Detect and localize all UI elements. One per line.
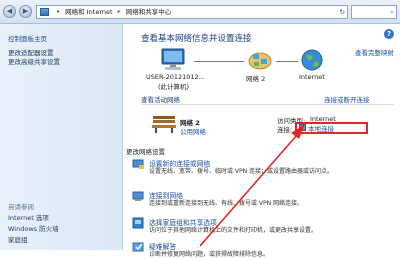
- active-networks-heading: 查看活动网络: [141, 96, 180, 104]
- breadcrumb-separator-icon: ▸: [117, 8, 121, 15]
- troubleshoot-icon: [132, 242, 144, 252]
- address-input[interactable]: ▸ 网络和 Internet ▸ 网络和共享中心 ↻: [36, 5, 348, 19]
- main-content: ? 查看基本网络信息并设置连接 查看完整映射 USER-20121012... …: [124, 24, 400, 258]
- help-icon[interactable]: ?: [384, 29, 394, 39]
- search-icon: ⌕: [390, 8, 394, 16]
- section-divider: [141, 104, 394, 105]
- topology-link-line: [276, 61, 298, 62]
- internet-globe-icon: [301, 49, 323, 71]
- connections-label: 连接:: [277, 126, 293, 134]
- change-advanced-sharing-link[interactable]: 更改高级共享设置: [8, 56, 60, 66]
- connect-network-icon: [132, 191, 144, 201]
- network-type-link[interactable]: 公用网络: [180, 126, 206, 136]
- homegroup-sharing-desc: 访问位于其他网络计算机上的文件和打印机，或更改共享设置。: [149, 227, 318, 234]
- back-arrow-icon[interactable]: ◀: [3, 5, 16, 18]
- see-also-heading: 另请参阅: [8, 203, 34, 211]
- internet-options-link[interactable]: Internet 选项: [8, 212, 49, 222]
- internet-label: Internet: [299, 73, 325, 81]
- homegroup-icon: [132, 217, 144, 229]
- breadcrumb-sharing-center[interactable]: 网络和共享中心: [126, 6, 172, 18]
- troubleshoot-desc: 诊断并修复网络问题，或获得故障排除信息。: [149, 251, 270, 258]
- breadcrumb-network-internet[interactable]: 网络和 Internet: [65, 6, 112, 18]
- computer-sub-label: (此计算机): [158, 83, 190, 91]
- view-full-map-link[interactable]: 查看完整映射: [355, 47, 394, 57]
- park-bench-icon: [152, 116, 176, 133]
- computer-name-label: USER-20121012...: [146, 73, 205, 81]
- connect-to-network-desc: 连接到或重新连接到无线、有线、拨号或 VPN 网络连接。: [149, 200, 304, 207]
- breadcrumb-separator-icon: ▸: [57, 8, 61, 15]
- address-bar: ◀ ▶ ▸ 网络和 Internet ▸ 网络和共享中心 ↻ ⌕: [0, 0, 400, 24]
- network-icon: [248, 52, 272, 70]
- network-folder-icon: [40, 8, 49, 16]
- network-name-label: 网络 2: [246, 75, 266, 83]
- computer-icon: [161, 48, 185, 70]
- control-panel-home-link[interactable]: 控制面板主页: [8, 33, 47, 43]
- homegroup-link[interactable]: 家庭组: [8, 234, 28, 244]
- page-title: 查看基本网络信息并设置连接: [141, 34, 252, 44]
- search-input[interactable]: ⌕: [351, 5, 397, 19]
- local-connection-link[interactable]: 本地连接: [308, 123, 334, 133]
- connect-disconnect-link[interactable]: 连接或断开连接: [324, 94, 370, 104]
- windows-firewall-link[interactable]: Windows 防火墙: [8, 223, 59, 233]
- new-connection-icon: [132, 159, 144, 169]
- address-refresh-icon[interactable]: ↻: [340, 6, 345, 18]
- change-settings-heading: 更改网络设置: [126, 148, 165, 156]
- forward-arrow-icon[interactable]: ▶: [19, 5, 32, 18]
- network-adapter-icon: [299, 124, 306, 131]
- left-navigation-pane: 控制面板主页 更改适配器设置 更改高级共享设置 另请参阅 Internet 选项…: [0, 24, 123, 250]
- topology-link-line: [194, 61, 244, 62]
- setup-new-connection-desc: 设置无线、宽带、拨号、临时或 VPN 连接；或设置路由器或访问点。: [149, 168, 334, 175]
